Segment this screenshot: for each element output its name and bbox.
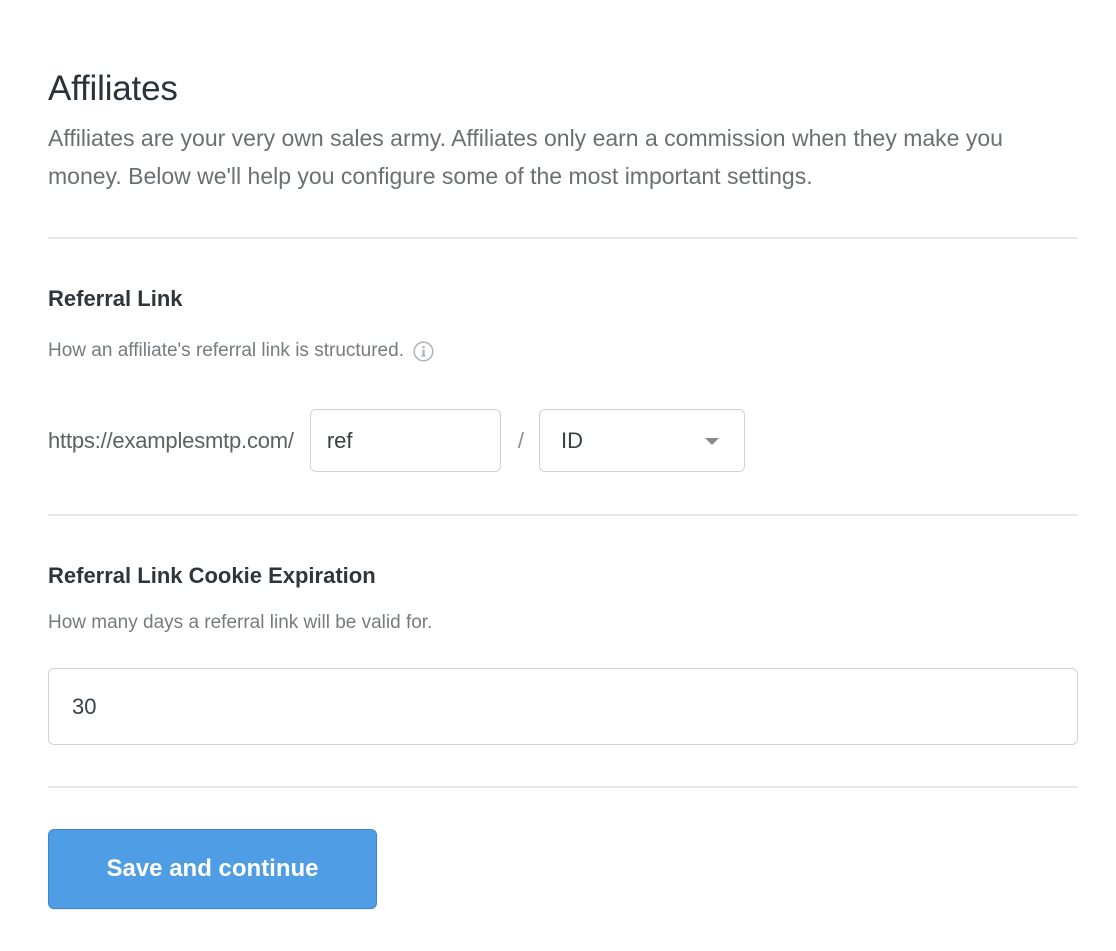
referral-format-selected: ID xyxy=(560,427,583,453)
cookie-days-input[interactable] xyxy=(48,668,1078,745)
referral-link-help-text: How an affiliate's referral link is stru… xyxy=(48,340,404,361)
referral-format-select[interactable]: ID xyxy=(538,409,745,472)
save-and-continue-button[interactable]: Save and continue xyxy=(48,829,377,909)
referral-link-help: How an affiliate's referral link is stru… xyxy=(48,339,434,363)
section-divider xyxy=(48,514,1078,516)
cookie-expiration-help-text: How many days a referral link will be va… xyxy=(48,612,433,633)
referral-variable-input[interactable] xyxy=(309,409,501,472)
section-divider xyxy=(48,237,1078,239)
referral-link-builder: https://examplesmtp.com/ / ID xyxy=(48,409,745,472)
chevron-down-icon xyxy=(704,438,719,445)
info-icon[interactable] xyxy=(413,340,434,362)
section-divider xyxy=(48,786,1078,788)
referral-link-title: Referral Link xyxy=(48,286,183,311)
cookie-expiration-help: How many days a referral link will be va… xyxy=(48,611,432,635)
page-title: Affiliates xyxy=(48,69,178,108)
url-prefix: https://examplesmtp.com/ xyxy=(48,427,294,453)
url-separator: / xyxy=(517,427,524,453)
page-description: Affiliates are your very own sales army.… xyxy=(48,125,1003,189)
cookie-expiration-title: Referral Link Cookie Expiration xyxy=(48,563,376,588)
